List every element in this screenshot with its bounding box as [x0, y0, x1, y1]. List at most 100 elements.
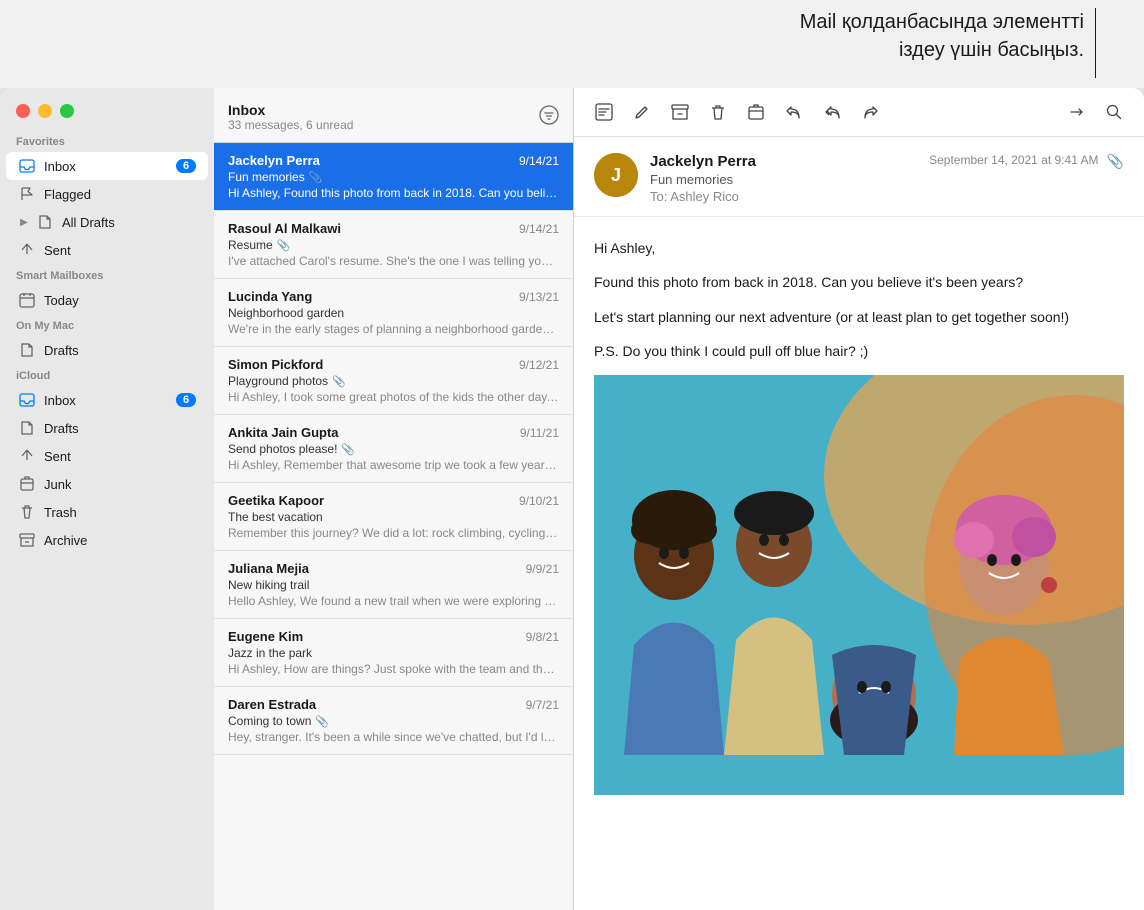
message-row1: Lucinda Yang 9/13/21	[228, 289, 559, 304]
message-subject: Playground photos 📎	[228, 374, 559, 388]
message-list-panel: Inbox 33 messages, 6 unread Jackelyn Per…	[214, 88, 574, 910]
message-date: 9/7/21	[526, 698, 559, 712]
message-item[interactable]: Daren Estrada 9/7/21 Coming to town 📎 He…	[214, 687, 573, 755]
message-date: 9/14/21	[519, 154, 559, 168]
icloud-sent-label: Sent	[44, 449, 196, 464]
attachment-icon: 📎	[315, 715, 329, 728]
search-button[interactable]	[1100, 98, 1128, 126]
annotation-line	[1095, 8, 1096, 78]
message-date: 9/12/21	[519, 358, 559, 372]
message-item[interactable]: Geetika Kapoor 9/10/21 The best vacation…	[214, 483, 573, 551]
message-preview: Hi Ashley, How are things? Just spoke wi…	[228, 662, 559, 676]
sent-icon	[18, 241, 36, 259]
sidebar-item-icloud-junk[interactable]: Junk	[6, 470, 208, 498]
icloud-trash-label: Trash	[44, 505, 196, 520]
more-button[interactable]	[1062, 98, 1090, 126]
inbox-icon	[18, 157, 36, 175]
icloud-label: iCloud	[0, 364, 214, 386]
sidebar-item-flagged[interactable]: Flagged	[6, 180, 208, 208]
minimize-button[interactable]	[38, 104, 52, 118]
message-date: 9/9/21	[526, 562, 559, 576]
photo-attachment	[594, 375, 1124, 795]
message-preview: Hey, stranger. It's been a while since w…	[228, 730, 559, 744]
forward-button[interactable]	[856, 98, 884, 126]
detail-date-area: September 14, 2021 at 9:41 AM 📎	[929, 153, 1124, 170]
message-preview: Hello Ashley, We found a new trail when …	[228, 594, 559, 608]
message-preview: We're in the early stages of planning a …	[228, 322, 559, 336]
icloud-archive-label: Archive	[44, 533, 196, 548]
junk-button[interactable]	[742, 98, 770, 126]
message-sender: Lucinda Yang	[228, 289, 312, 304]
message-sender: Jackelyn Perra	[228, 153, 320, 168]
sidebar-item-icloud-drafts[interactable]: Drafts	[6, 414, 208, 442]
message-item[interactable]: Rasoul Al Malkawi 9/14/21 Resume 📎 I've …	[214, 211, 573, 279]
detail-subject: Fun memories	[650, 172, 917, 187]
drafts-local-label: Drafts	[44, 343, 196, 358]
filter-icon[interactable]	[539, 105, 559, 130]
message-subject: Coming to town 📎	[228, 714, 559, 728]
message-row1: Rasoul Al Malkawi 9/14/21	[228, 221, 559, 236]
message-item[interactable]: Ankita Jain Gupta 9/11/21 Send photos pl…	[214, 415, 573, 483]
message-sender: Geetika Kapoor	[228, 493, 324, 508]
body-paragraph-3: Let's start planning our next adventure …	[594, 306, 1124, 328]
reply-button[interactable]	[780, 98, 808, 126]
detail-header-info: Jackelyn Perra Fun memories To: Ashley R…	[650, 153, 917, 204]
icloud-drafts-label: Drafts	[44, 421, 196, 436]
mailbox-name: Inbox	[228, 102, 353, 118]
detail-date-text: September 14, 2021 at 9:41 AM	[929, 153, 1098, 167]
sidebar-item-icloud-inbox[interactable]: Inbox 6	[6, 386, 208, 414]
message-item[interactable]: Eugene Kim 9/8/21 Jazz in the park Hi As…	[214, 619, 573, 687]
inbox-label: Inbox	[44, 159, 176, 174]
trash-button[interactable]	[704, 98, 732, 126]
message-item[interactable]: Lucinda Yang 9/13/21 Neighborhood garden…	[214, 279, 573, 347]
message-date: 9/13/21	[519, 290, 559, 304]
today-icon	[18, 291, 36, 309]
sidebar-item-icloud-archive[interactable]: Archive	[6, 526, 208, 554]
sidebar-item-today[interactable]: Today	[6, 286, 208, 314]
message-item[interactable]: Juliana Mejia 9/9/21 New hiking trail He…	[214, 551, 573, 619]
sidebar-item-icloud-sent[interactable]: Sent	[6, 442, 208, 470]
favorites-section-label: Favorites	[0, 130, 214, 152]
sidebar-item-drafts-local[interactable]: Drafts	[6, 336, 208, 364]
maximize-button[interactable]	[60, 104, 74, 118]
message-date: 9/14/21	[519, 222, 559, 236]
sidebar-item-icloud-trash[interactable]: Trash	[6, 498, 208, 526]
archive-button[interactable]	[666, 98, 694, 126]
reply-all-button[interactable]	[818, 98, 846, 126]
sidebar-item-inbox[interactable]: Inbox 6	[6, 152, 208, 180]
message-subject: Jazz in the park	[228, 646, 559, 660]
today-label: Today	[44, 293, 196, 308]
compose-button[interactable]	[628, 98, 656, 126]
drafts-local-icon	[18, 341, 36, 359]
message-row1: Juliana Mejia 9/9/21	[228, 561, 559, 576]
attachment-icon: 📎	[277, 239, 291, 252]
all-drafts-icon	[36, 213, 54, 231]
avatar: J	[594, 153, 638, 197]
mail-window: Favorites Inbox 6 Flagged ▶	[0, 88, 1144, 910]
message-item[interactable]: Jackelyn Perra 9/14/21 Fun memories 📎 Hi…	[214, 143, 573, 211]
message-sender: Simon Pickford	[228, 357, 323, 372]
sidebar-item-sent[interactable]: Sent	[6, 236, 208, 264]
flagged-label: Flagged	[44, 187, 196, 202]
detail-attachment-icon: 📎	[1107, 153, 1124, 170]
message-preview: Remember this journey? We did a lot: roc…	[228, 526, 559, 540]
message-subject: Fun memories 📎	[228, 170, 559, 184]
mailbox-count: 33 messages, 6 unread	[228, 118, 353, 132]
icloud-inbox-icon	[18, 391, 36, 409]
message-date: 9/10/21	[519, 494, 559, 508]
message-item[interactable]: Simon Pickford 9/12/21 Playground photos…	[214, 347, 573, 415]
body-paragraph-4: P.S. Do you think I could pull off blue …	[594, 340, 1124, 362]
message-subject: The best vacation	[228, 510, 559, 524]
message-row1: Daren Estrada 9/7/21	[228, 697, 559, 712]
icloud-inbox-label: Inbox	[44, 393, 176, 408]
icloud-junk-icon	[18, 475, 36, 493]
message-date: 9/11/21	[520, 426, 559, 440]
close-button[interactable]	[16, 104, 30, 118]
body-paragraph-2: Found this photo from back in 2018. Can …	[594, 271, 1124, 293]
message-subject: Send photos please! 📎	[228, 442, 559, 456]
sidebar-item-all-drafts[interactable]: ▶ All Drafts	[6, 208, 208, 236]
body-paragraph-1: Hi Ashley,	[594, 237, 1124, 259]
annotation-text: Mail қолданбасында элементті іздеу үшін …	[800, 8, 1084, 64]
icloud-drafts-icon	[18, 419, 36, 437]
new-message-button[interactable]	[590, 98, 618, 126]
